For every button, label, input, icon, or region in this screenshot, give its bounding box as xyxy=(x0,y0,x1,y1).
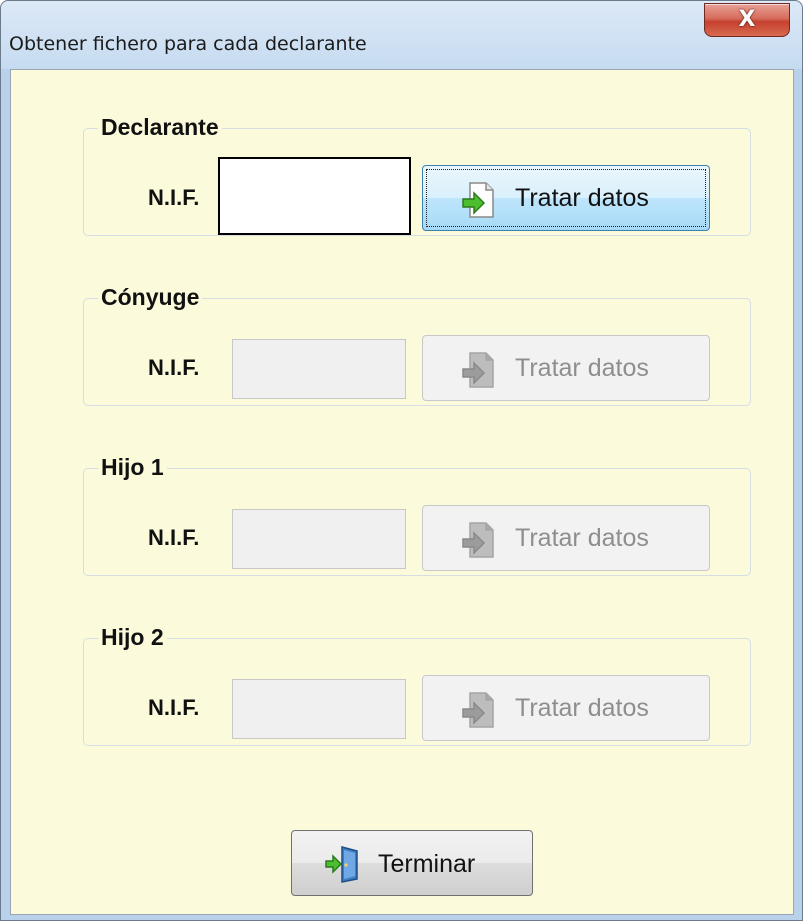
group-label-declarante: Declarante xyxy=(98,114,222,141)
dialog-client-area: Declarante N.I.F. Tratar datos Cónyuge N… xyxy=(10,69,794,915)
nif-input-hijo-1[interactable] xyxy=(232,509,406,569)
tratar-datos-button-conyuge[interactable]: Tratar datos xyxy=(422,335,710,401)
dialog-window: Obtener fichero para cada declarante X D… xyxy=(0,0,803,921)
document-arrow-icon xyxy=(462,182,494,218)
nif-label-declarante: N.I.F. xyxy=(148,185,200,210)
nif-label-conyuge: N.I.F. xyxy=(148,355,200,380)
document-arrow-icon xyxy=(462,692,494,728)
close-icon: X xyxy=(738,7,756,32)
tratar-datos-button-hijo-1[interactable]: Tratar datos xyxy=(422,505,710,571)
document-arrow-icon xyxy=(462,522,494,558)
group-declarante: Declarante N.I.F. Tratar datos xyxy=(83,114,751,236)
tratar-datos-button-declarante[interactable]: Tratar datos xyxy=(422,165,710,231)
document-arrow-icon xyxy=(462,352,494,388)
terminar-button[interactable]: Terminar xyxy=(291,830,533,896)
group-hijo-1: Hijo 1 N.I.F. Tratar datos xyxy=(83,454,751,576)
tratar-datos-label-declarante: Tratar datos xyxy=(515,184,649,212)
tratar-datos-label-hijo-1: Tratar datos xyxy=(515,524,649,552)
group-conyuge: Cónyuge N.I.F. Tratar datos xyxy=(83,284,751,406)
group-label-hijo-1: Hijo 1 xyxy=(98,454,167,481)
tratar-datos-button-hijo-2[interactable]: Tratar datos xyxy=(422,675,710,741)
nif-label-hijo-1: N.I.F. xyxy=(148,525,200,550)
exit-door-icon xyxy=(325,846,358,883)
nif-input-conyuge[interactable] xyxy=(232,339,406,399)
title-bar[interactable]: Obtener fichero para cada declarante X xyxy=(1,1,802,69)
nif-input-hijo-2[interactable] xyxy=(232,679,406,739)
tratar-datos-label-conyuge: Tratar datos xyxy=(515,354,649,382)
group-label-hijo-2: Hijo 2 xyxy=(98,624,167,651)
window-title: Obtener fichero para cada declarante xyxy=(9,33,367,55)
group-label-conyuge: Cónyuge xyxy=(98,284,203,311)
group-hijo-2: Hijo 2 N.I.F. Tratar datos xyxy=(83,624,751,746)
tratar-datos-label-hijo-2: Tratar datos xyxy=(515,694,649,722)
nif-input-declarante[interactable] xyxy=(218,157,411,235)
terminar-label: Terminar xyxy=(378,850,476,878)
close-button[interactable]: X xyxy=(704,3,790,37)
nif-label-hijo-2: N.I.F. xyxy=(148,695,200,720)
